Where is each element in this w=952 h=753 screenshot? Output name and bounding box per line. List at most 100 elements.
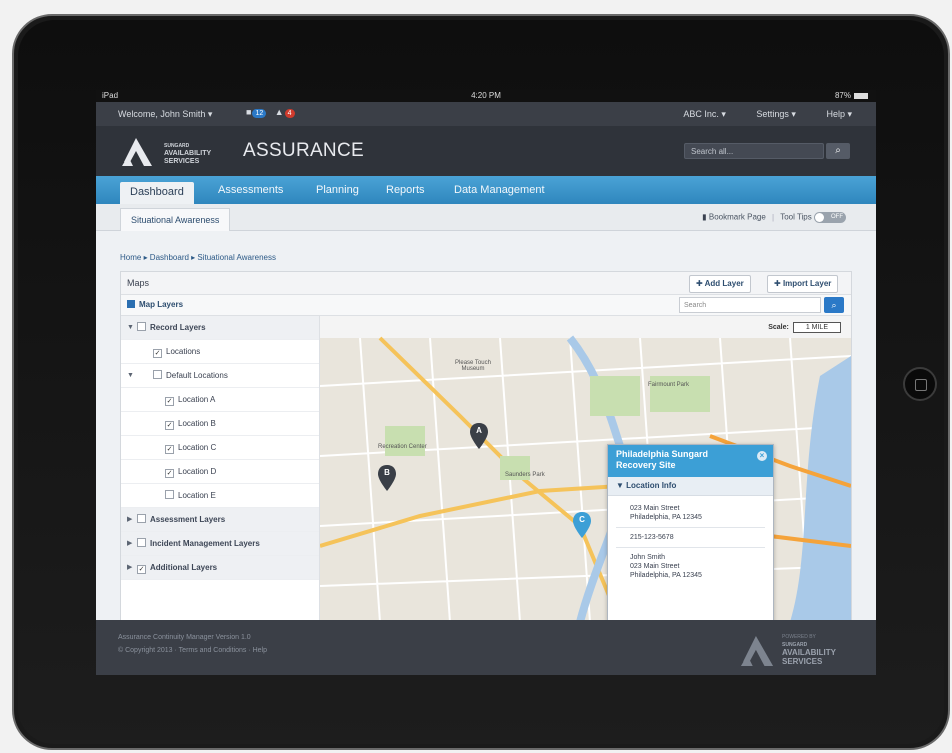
copyright-links[interactable]: © Copyright 2013 · Terms and Conditions … (118, 647, 267, 654)
powered-by-text: POWERED BY (782, 634, 816, 640)
maps-panel: Maps ✚ Add Layer ✚ Import Layer Map Laye… (120, 271, 852, 623)
user-menu[interactable]: Welcome, John Smith ▾ (118, 109, 212, 120)
checkbox[interactable] (137, 322, 146, 331)
battery-percent: 87% (834, 91, 851, 100)
add-layer-button[interactable]: ✚ Add Layer (689, 275, 751, 293)
powered-label: POWERED BY (782, 634, 816, 640)
brand-line1: AVAILABILITY (782, 648, 836, 657)
map-scale: Scale: 1 MILE (768, 322, 841, 333)
tooltips-toggle[interactable]: OFF (814, 212, 846, 223)
chevron-down-icon: ▼ (127, 372, 134, 379)
maps-panel-header: Maps ✚ Add Layer ✚ Import Layer (121, 272, 851, 295)
tree-group-additional-layers[interactable]: ▶ ✓ Additional Layers (121, 556, 319, 580)
maps-title: Maps (127, 278, 150, 288)
tree-group-incident-layers[interactable]: ▶ Incident Management Layers (121, 532, 319, 556)
search-icon: ⌕ (831, 300, 837, 310)
map-view[interactable]: Please Touch Museum Fairmount Park Saund… (320, 316, 851, 622)
map-pin-a[interactable]: A (470, 423, 488, 449)
brand-line2: SERVICES (782, 657, 823, 666)
settings-label: Settings (756, 109, 789, 119)
notifications: ■ 12 ▲ 4 (246, 107, 295, 118)
tab-assessments[interactable]: Assessments (218, 184, 283, 196)
tree-label: Location E (178, 491, 216, 500)
bookmark-button[interactable]: ▮ Bookmark Page (702, 213, 766, 222)
home-square-icon (915, 379, 927, 391)
scale-label: Scale: (768, 324, 789, 331)
tree-group-record-layers[interactable]: ▼ Record Layers (121, 316, 319, 340)
plus-icon: ✚ (774, 279, 781, 288)
checkbox[interactable] (165, 490, 174, 499)
home-button[interactable] (903, 367, 937, 401)
tree-label: Additional Layers (150, 563, 218, 572)
import-layer-button[interactable]: ✚ Import Layer (767, 275, 839, 293)
checkbox-checked[interactable]: ✓ (165, 397, 174, 406)
welcome-text: Welcome, John Smith (118, 109, 206, 119)
contact-address: Philadelphia, PA 12345 (630, 572, 702, 579)
checkbox[interactable] (137, 538, 146, 547)
tree-item-locations[interactable]: ✓ Locations (121, 340, 319, 364)
phone-number[interactable]: 215-123-5678 (608, 533, 773, 542)
chat-bubble-icon: ■ (246, 107, 252, 117)
checkbox-checked[interactable]: ✓ (165, 421, 174, 430)
tree-item-location-a[interactable]: ✓ Location A (121, 388, 319, 412)
map-pin-b[interactable]: B (378, 465, 396, 491)
alerts-button[interactable]: ▲ 4 (275, 107, 295, 118)
page-tools: ▮ Bookmark Page | Tool Tips OFF (702, 212, 846, 223)
tab-situational-awareness[interactable]: Situational Awareness (120, 208, 231, 231)
settings-menu[interactable]: Settings ▾ (742, 109, 796, 119)
tab-dashboard[interactable]: Dashboard (120, 182, 194, 204)
help-label: Help (826, 109, 845, 119)
contact-name: John Smith (630, 554, 666, 561)
tree-label: Location B (178, 419, 216, 428)
ios-status-bar: iPad 4:20 PM 87% (96, 90, 876, 102)
checkbox[interactable] (137, 514, 146, 523)
logo-line1: AVAILABILITY (164, 150, 212, 157)
breadcrumb[interactable]: Home ▸ Dashboard ▸ Situational Awareness (120, 253, 276, 262)
tooltips-label: Tool Tips (780, 212, 812, 222)
checkbox-checked[interactable]: ✓ (165, 469, 174, 478)
checkbox-checked[interactable]: ✓ (165, 445, 174, 454)
layer-search-button[interactable]: ⌕ (824, 297, 844, 313)
tab-reports[interactable]: Reports (386, 184, 425, 196)
messages-button[interactable]: ■ 12 (246, 107, 267, 118)
tree-label: Locations (166, 347, 201, 356)
popup-section-toggle[interactable]: ▼ Location Info (608, 477, 773, 496)
help-menu[interactable]: Help ▾ (812, 109, 852, 119)
checkbox-checked[interactable]: ✓ (153, 349, 162, 358)
global-search-button[interactable]: ⌕ (826, 143, 850, 159)
top-right-menus: ABC Inc. ▾ Settings ▾ Help ▾ (655, 109, 852, 120)
map-label: Saunders Park (505, 472, 545, 478)
footer-brand: POWERED BY SUNGARD AVAILABILITY SERVICES (740, 634, 850, 666)
tree-item-location-e[interactable]: Location E (121, 484, 319, 508)
app-screen: iPad 4:20 PM 87% Welcome, John Smith ▾ ■… (96, 90, 876, 675)
logo-line2: SERVICES (164, 158, 200, 165)
battery-indicator: 87% (835, 90, 868, 102)
popup-title: Philadelphia Sungard Recovery Site (616, 449, 709, 470)
tree-label: Location C (178, 443, 217, 452)
pin-letter: B (384, 468, 390, 477)
map-pin-c[interactable]: C (573, 512, 591, 538)
tab-data-management[interactable]: Data Management (454, 184, 545, 196)
layer-search-input[interactable]: Search (679, 297, 821, 313)
map-layers-toggle[interactable]: Map Layers (127, 300, 183, 309)
alerts-count-badge: 4 (284, 109, 295, 118)
scale-value: 1 MILE (792, 322, 841, 333)
tree-item-location-d[interactable]: ✓ Location D (121, 460, 319, 484)
tree-item-location-c[interactable]: ✓ Location C (121, 436, 319, 460)
tree-label: Location D (178, 467, 217, 476)
global-search-input[interactable]: Search all... (684, 143, 824, 159)
tab-planning[interactable]: Planning (316, 184, 359, 196)
messages-count-badge: 12 (252, 109, 267, 118)
company-menu[interactable]: ABC Inc. ▾ (669, 109, 726, 119)
tree-item-default-locations[interactable]: ▼ Default Locations (121, 364, 319, 388)
address-line: Philadelphia, PA 12345 (630, 514, 702, 521)
tree-group-assessment-layers[interactable]: ▶ Assessment Layers (121, 508, 319, 532)
sub-nav: Situational Awareness ▮ Bookmark Page | … (96, 204, 876, 231)
close-icon[interactable]: × (757, 451, 767, 461)
tree-item-location-b[interactable]: ✓ Location B (121, 412, 319, 436)
company-label: ABC Inc. (683, 109, 719, 119)
tree-label: Assessment Layers (150, 515, 226, 524)
checkbox-checked[interactable]: ✓ (137, 565, 146, 574)
checkbox[interactable] (153, 370, 162, 379)
top-bar: Welcome, John Smith ▾ ■ 12 ▲ 4 ABC Inc. ▾ … (96, 102, 876, 126)
